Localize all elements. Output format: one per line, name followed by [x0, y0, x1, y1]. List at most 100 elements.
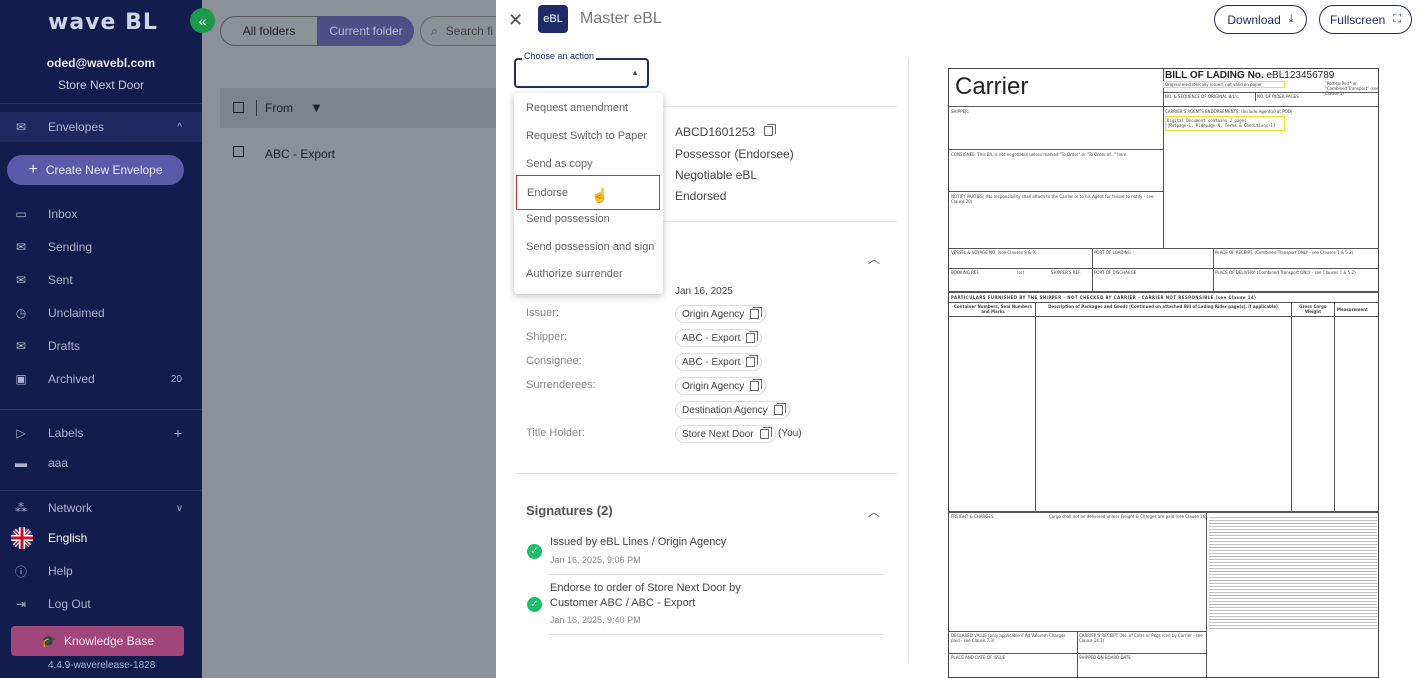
chevron-up-icon[interactable]: ︿ [868, 503, 880, 520]
close-icon[interactable]: ✕ [508, 10, 523, 31]
title-holder-label: Title Holder: [526, 427, 585, 439]
menu-item-send-possession-and-sign[interactable]: Send possession and sign [514, 233, 663, 261]
sidebar-item-unclaimed[interactable]: ◷ Unclaimed [0, 298, 202, 328]
add-label-icon[interactable]: + [174, 425, 182, 441]
fullscreen-button[interactable]: Fullscreen ⛶ [1319, 5, 1412, 34]
chevron-up-icon: ^ [177, 121, 182, 133]
sidebar-item-labels[interactable]: ▷ Labels + [0, 418, 202, 448]
sidebar-item-logout[interactable]: ⇥ Log Out [0, 589, 202, 619]
language-selector[interactable]: English [0, 523, 202, 553]
archived-count: 20 [170, 373, 182, 385]
copy-icon[interactable] [773, 403, 786, 415]
bill-of-lading-preview: Carrier BILL OF LADING No. eBL123456789 … [948, 68, 1379, 678]
divider [514, 473, 897, 474]
chip-text: Destination Agency [682, 404, 768, 416]
sidebar-item-label: Help [48, 564, 73, 578]
doc-vessel: VESSEL & VOYAGE NO. (see Clauses 8 & 9) [951, 250, 1037, 255]
sidebar-item-label-aaa[interactable]: ▬ aaa [0, 448, 202, 478]
filter-icon[interactable]: ▼ [310, 100, 323, 115]
sending-icon: ✉ [15, 240, 27, 254]
menu-item-send-possession[interactable]: Send possession [514, 205, 663, 233]
graduation-cap-icon: 🎓 [40, 634, 56, 648]
sidebar-item-help[interactable]: ⓘ Help [0, 556, 202, 586]
sidebar-item-label: Network [48, 501, 93, 515]
surrenderee-chip: Destination Agency [675, 401, 790, 419]
issue-date: Jan 16, 2025 [675, 286, 733, 297]
doc-container: Container Numbers, Seal Numbers and Mark… [954, 304, 1032, 314]
main-content: All folders Current folder ⌕ Search fi F… [202, 0, 500, 678]
divider [1255, 92, 1256, 101]
download-button[interactable]: Download ⤓ [1214, 5, 1307, 34]
clock-icon: ◷ [15, 306, 27, 320]
user-email: oded@wavebl.com [46, 56, 156, 70]
collapse-sidebar-button[interactable]: « [190, 8, 215, 33]
consignee-chip: ABC - Export [675, 353, 763, 371]
doc-shipper: SHIPPER: [951, 109, 970, 114]
menu-item-authorize-surrender[interactable]: Authorize surrender [514, 260, 663, 288]
copy-icon[interactable] [759, 427, 772, 439]
user-info: oded@wavebl.com Store Next Door [0, 56, 202, 92]
divider [1213, 248, 1214, 292]
action-select[interactable]: ▲ [514, 58, 649, 88]
doc-bol-title: BILL OF LADING No. eBL123456789 [1165, 70, 1334, 81]
sidebar-item-inbox[interactable]: ▭ Inbox [0, 199, 202, 229]
sidebar-item-label: Sending [48, 240, 93, 254]
divider [1334, 302, 1335, 511]
divider [256, 100, 257, 116]
column-header-from: From [265, 101, 293, 115]
divider [949, 149, 1163, 150]
menu-item-request-switch-to-paper[interactable]: Request Switch to Paper [514, 122, 663, 150]
copy-icon[interactable] [750, 307, 763, 319]
menu-item-send-as-copy[interactable]: Send as copy [514, 150, 663, 178]
issuer-label: Issuer: [526, 307, 560, 319]
issuer-chip: Origin Agency [675, 305, 767, 323]
doc-or: (or) [1017, 270, 1025, 275]
divider [949, 302, 1378, 303]
sidebar-item-label: aaa [48, 456, 69, 470]
ebl-badge: eBL [538, 5, 568, 33]
signature-date: Jan 16, 2025, 9:06 PM [550, 555, 641, 565]
copy-icon[interactable] [750, 379, 763, 391]
sidebar-item-label: Unclaimed [48, 306, 105, 320]
tab-current-folder[interactable]: Current folder [318, 16, 414, 46]
create-envelope-button[interactable]: + Create New Envelope [7, 155, 184, 185]
table-row[interactable]: ABC - Export [220, 140, 496, 166]
logout-icon: ⇥ [15, 597, 27, 611]
copy-icon[interactable] [746, 355, 759, 367]
divider [949, 316, 1378, 317]
select-all-checkbox[interactable] [233, 102, 244, 113]
shipper-label: Shipper: [526, 331, 567, 343]
divider [1291, 302, 1292, 511]
divider [0, 103, 202, 104]
sidebar-item-drafts[interactable]: ✉ Drafts [0, 331, 202, 361]
divider [949, 106, 1378, 107]
divider [949, 291, 1378, 293]
title-holder-chip: Store Next Door [675, 425, 776, 443]
ebl-role: Possessor (Endorsee) [675, 147, 794, 161]
row-from: ABC - Export [265, 147, 336, 161]
sidebar-item-label: Log Out [48, 597, 91, 611]
sidebar-item-envelopes[interactable]: ✉ Envelopes ^ [0, 112, 202, 142]
copy-icon[interactable] [746, 331, 759, 343]
divider [1163, 69, 1164, 248]
doc-port-note: "Port-to-Port" or "Combined Transport" (… [1325, 81, 1379, 96]
doc-bol-title-text: BILL OF LADING No. [1165, 70, 1264, 81]
doc-consignee: CONSIGNEE: This B/L is not negotiable un… [951, 152, 1128, 157]
divider [1035, 302, 1036, 511]
sidebar-item-network[interactable]: ⁂ Network v [0, 493, 202, 523]
knowledge-base-button[interactable]: 🎓 Knowledge Base [11, 626, 184, 656]
doc-shippers-ref: SHIPPER'S REF. [1051, 270, 1082, 275]
sidebar-item-sent[interactable]: ✉ Sent [0, 265, 202, 295]
chevron-up-icon[interactable]: ︿ [868, 250, 880, 267]
menu-item-request-amendment[interactable]: Request amendment [514, 94, 663, 122]
chip-text: Store Next Door [682, 428, 754, 440]
tab-all-folders[interactable]: All folders [220, 16, 318, 46]
doc-rider-pages: NO. OF RIDER PAGES [1257, 94, 1299, 99]
row-checkbox[interactable] [233, 146, 244, 157]
sidebar-item-archived[interactable]: ▣ Archived 20 [0, 364, 202, 394]
sidebar-item-label: Labels [48, 426, 84, 440]
search-input[interactable]: ⌕ Search fi [420, 16, 500, 46]
sidebar-item-sending[interactable]: ✉ Sending [0, 232, 202, 262]
doc-freight: FREIGHT & CHARGES [951, 514, 994, 519]
copy-icon[interactable] [764, 124, 777, 136]
